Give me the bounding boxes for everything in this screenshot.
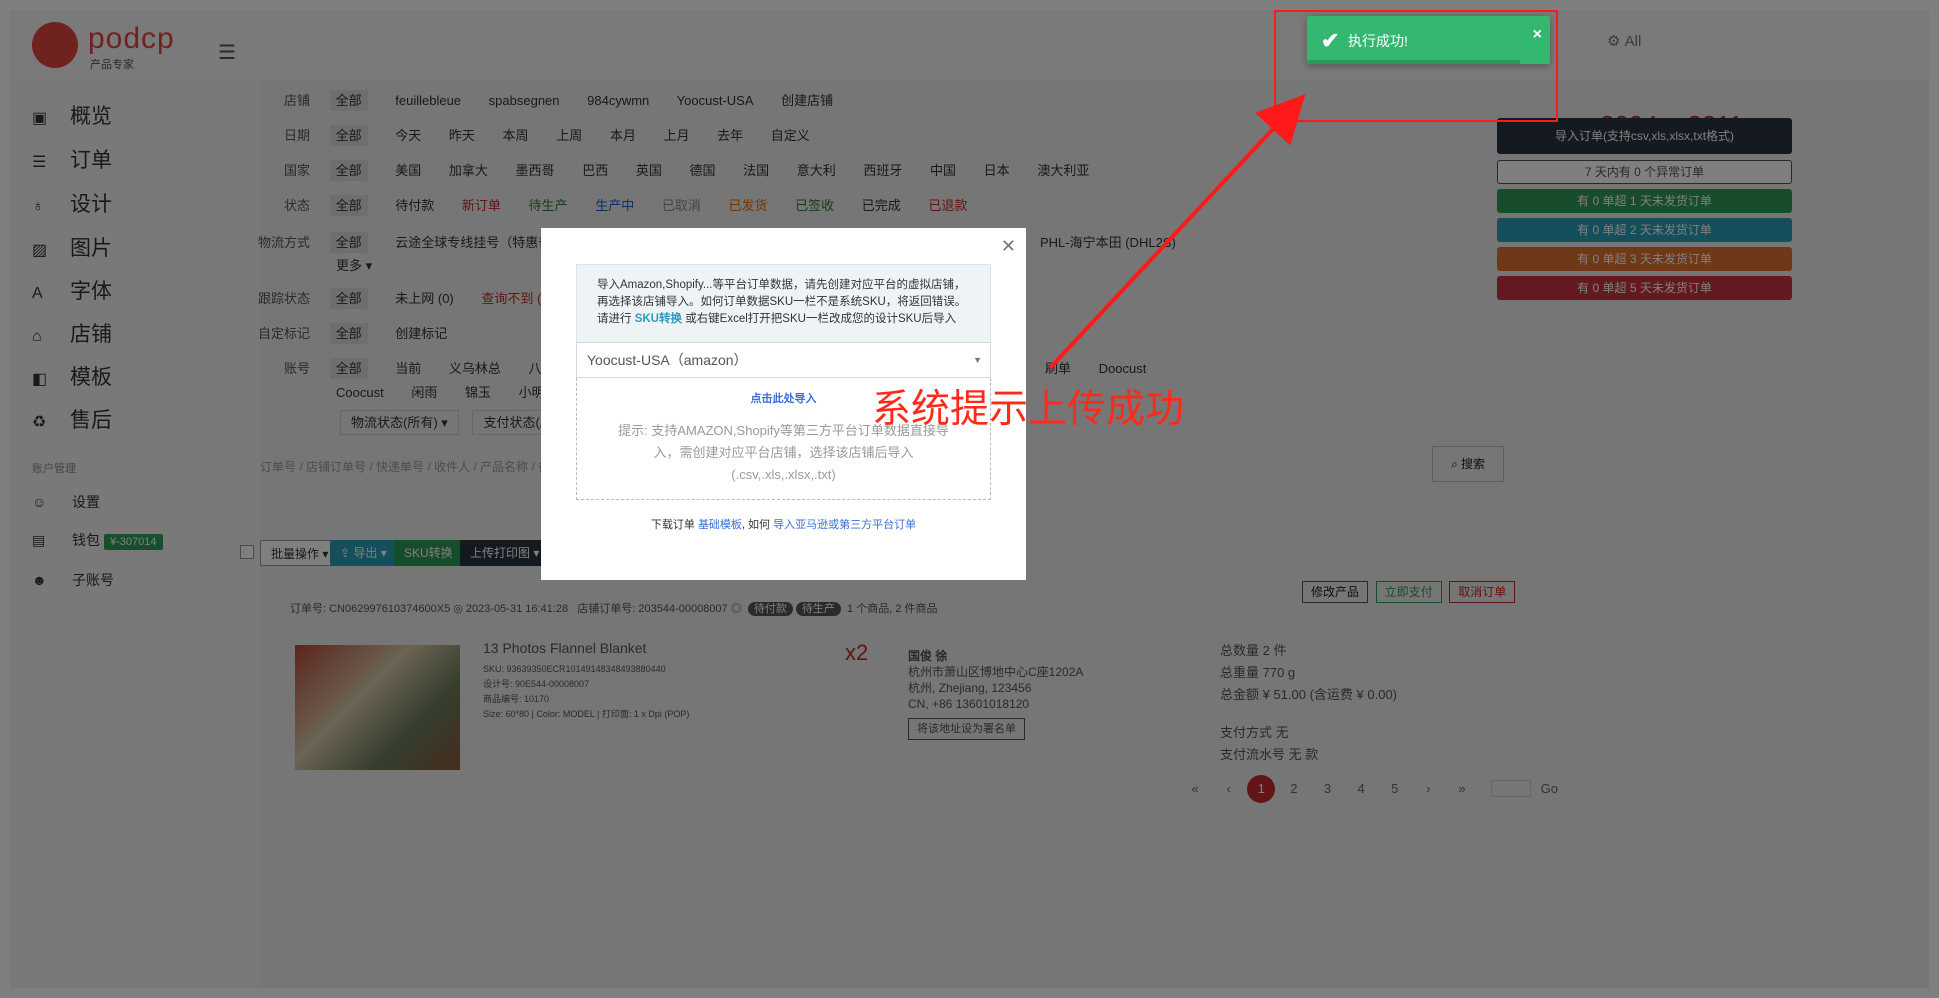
annotation-caption: 系统提示上传成功 xyxy=(872,387,1185,432)
modal-footer: 下载订单 基础模板, 如何 导入亚马逊或第三方平台订单 xyxy=(541,516,1026,532)
footer-text: 下载订单 xyxy=(650,519,695,531)
import-guide-link[interactable]: 导入亚马逊或第三方平台订单 xyxy=(773,519,916,531)
info-text-tail: 或右键Excel打开把SKU一栏改成您的设计SKU后导入 xyxy=(685,313,957,325)
store-select[interactable]: Yoocust-USA（amazon） ▼ xyxy=(576,342,991,378)
annotation-highlight-box xyxy=(1274,10,1558,122)
store-select-value: Yoocust-USA（amazon） xyxy=(587,352,748,368)
close-icon[interactable]: ✕ xyxy=(1001,236,1016,257)
basic-template-link[interactable]: 基础模板 xyxy=(698,519,742,531)
footer-text: , 如何 xyxy=(741,519,771,531)
sku-convert-link[interactable]: SKU转换 xyxy=(635,313,682,325)
import-info-box: 导入Amazon,Shopify...等平台订单数据，请先创建对应平台的虚拟店铺… xyxy=(576,264,991,342)
chevron-down-icon: ▼ xyxy=(973,355,982,365)
